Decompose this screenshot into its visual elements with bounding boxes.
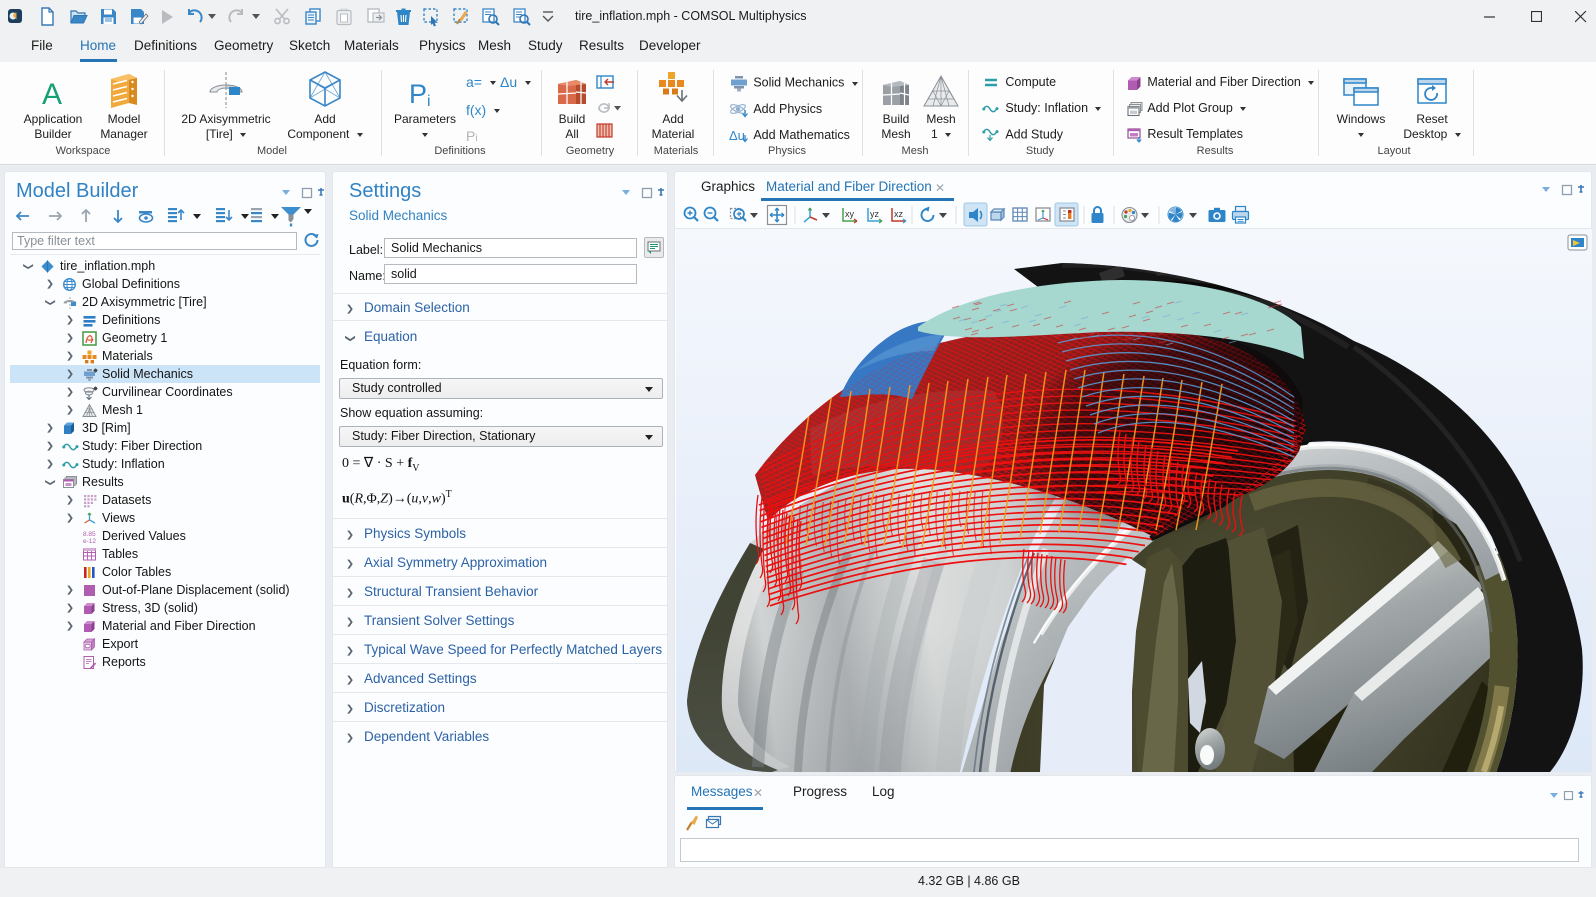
svg-text:xy: xy [845,209,855,219]
svg-text:e-12: e-12 [83,538,96,544]
svg-text:8.85: 8.85 [83,531,96,538]
svg-text:yz: yz [870,209,880,219]
svg-text:P: P [409,79,427,108]
svg-text:A: A [42,78,62,108]
svg-text:i: i [427,93,431,108]
svg-text:Δu: Δu [729,128,745,143]
svg-text:xz: xz [894,209,904,219]
